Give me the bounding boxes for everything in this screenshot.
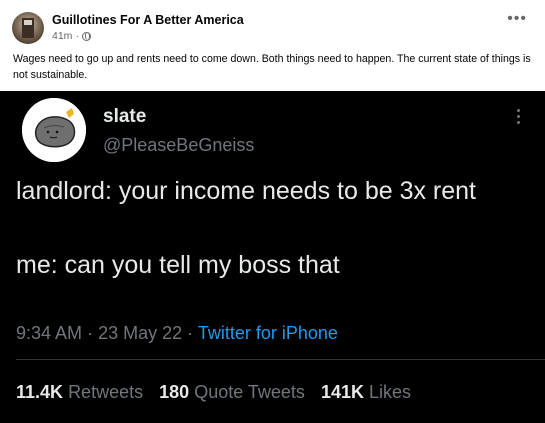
post-text: Wages need to go up and rents need to co…	[13, 53, 531, 81]
tweet-stats: 11.4K Retweets 180 Quote Tweets 141K Lik…	[16, 382, 422, 403]
post-meta: 41m ·	[52, 30, 91, 42]
more-vertical-icon	[517, 109, 521, 127]
tweet-sep-2: ·	[187, 323, 194, 343]
quote-tweets-stat: 180 Quote Tweets	[159, 382, 305, 402]
meta-separator: ·	[75, 30, 79, 42]
tweet-date: 23 May 22	[98, 323, 183, 343]
tweet-handle: @PleaseBeGneiss	[103, 135, 255, 155]
tweet-time: 9:34 AM	[16, 323, 83, 343]
rock-avatar-image	[22, 98, 86, 162]
tweet-source: Twitter for iPhone	[197, 323, 338, 343]
tweet-body: landlord: your income needs to be 3x ren…	[16, 173, 531, 284]
retweets-stat: 11.4K Retweets	[16, 382, 144, 402]
tweet-avatar	[22, 98, 86, 162]
tweet-sep-1: ·	[87, 323, 94, 343]
tweet-display-name: slate	[103, 106, 147, 127]
globe-icon	[81, 31, 91, 41]
tweet-divider	[16, 359, 545, 360]
tweet-line-1: landlord: your income needs to be 3x ren…	[16, 177, 476, 205]
post-author[interactable]: Guillotines For A Better America	[52, 13, 244, 27]
tweet-line-2: me: can you tell my boss that	[16, 251, 340, 279]
tweet-screenshot: slate @PleaseBeGneiss landlord: your inc…	[0, 91, 545, 423]
post-time[interactable]: 41m	[52, 30, 72, 42]
likes-stat: 141K Likes	[320, 382, 412, 402]
post-header: Guillotines For A Better America 41m · •…	[0, 0, 545, 48]
page-avatar[interactable]	[12, 12, 44, 44]
more-horizontal-icon[interactable]: •••	[507, 11, 527, 27]
tweet-meta: 9:34 AM · 23 May 22 · Twitter for iPhone	[16, 323, 338, 344]
